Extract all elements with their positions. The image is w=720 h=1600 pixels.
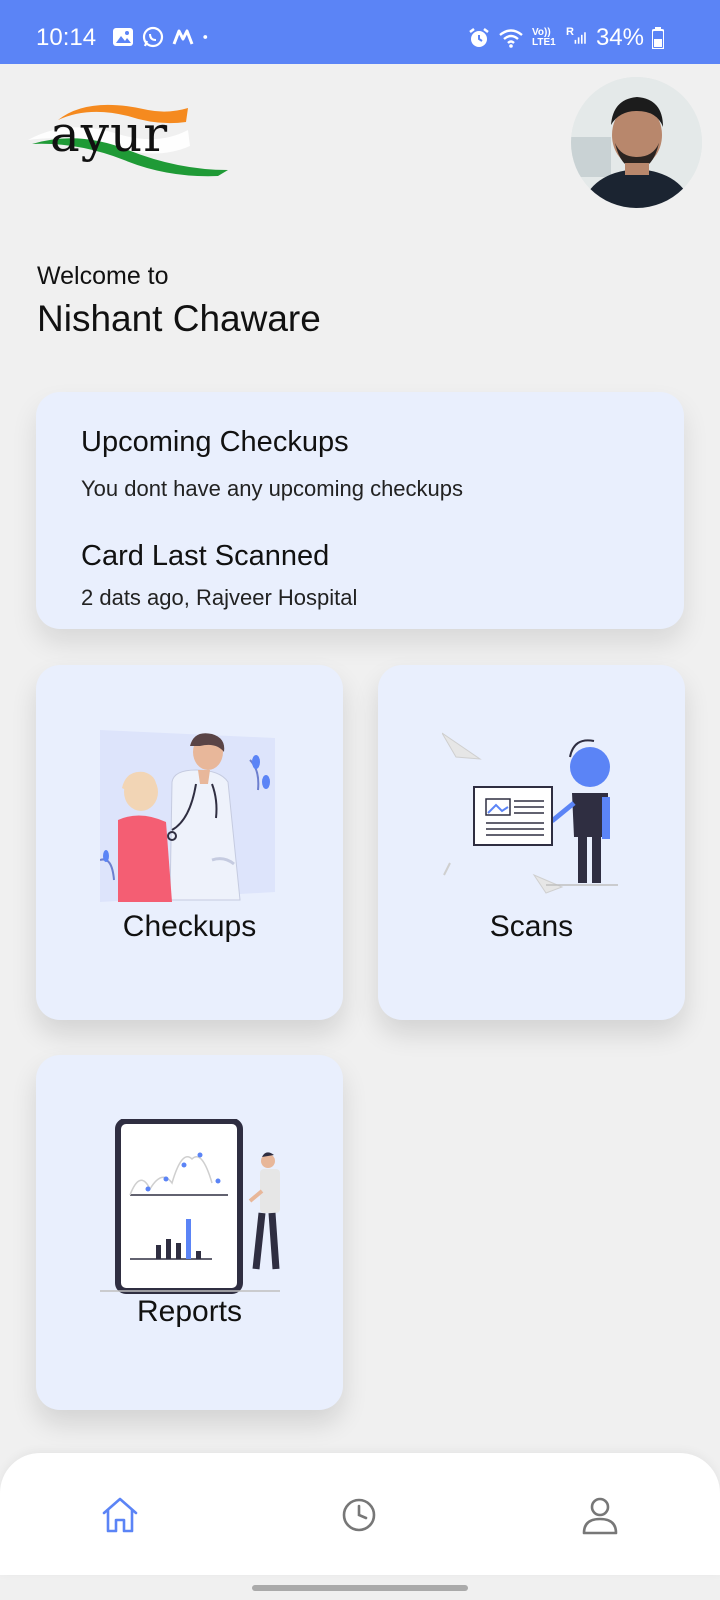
checkups-label: Checkups <box>122 910 257 943</box>
ayur-logo: ayur <box>28 100 233 180</box>
m-app-icon <box>172 29 194 45</box>
home-icon[interactable] <box>98 1493 142 1537</box>
user-icon[interactable] <box>578 1493 622 1537</box>
profile-photo <box>571 77 702 208</box>
battery-icon <box>652 27 664 49</box>
status-left-icons <box>112 26 214 48</box>
status-time: 10:14 <box>36 24 97 51</box>
reports-label: Reports <box>136 1295 243 1328</box>
card-last-scanned-title: Card Last Scanned <box>81 540 330 572</box>
scan-illustration-icon <box>442 732 618 894</box>
report-illustration-icon <box>100 1119 280 1294</box>
doctor-illustration-icon <box>100 730 275 902</box>
checkups-tile[interactable]: Checkups <box>36 665 343 1020</box>
logo-text: ayur <box>50 105 169 163</box>
roaming-label: R <box>566 26 574 38</box>
info-card: Upcoming Checkups You dont have any upco… <box>36 392 684 629</box>
whatsapp-icon <box>142 26 164 48</box>
scans-tile[interactable]: Scans <box>378 665 685 1020</box>
notification-dot-icon <box>203 35 208 39</box>
welcome-label: Welcome to <box>37 262 169 290</box>
battery-percent: 34% <box>595 24 644 51</box>
bottom-nav <box>0 1453 720 1575</box>
gallery-icon <box>113 28 133 46</box>
volte-lte-icon: Vo)) LTE1 <box>532 27 556 48</box>
upcoming-checkups-text: You dont have any upcoming checkups <box>81 476 464 501</box>
status-right: Vo)) LTE1 R 34% <box>468 24 664 52</box>
clock-icon[interactable] <box>337 1493 381 1537</box>
reports-tile[interactable]: Reports <box>36 1055 343 1410</box>
avatar[interactable] <box>571 77 702 208</box>
gesture-home-bar[interactable] <box>252 1585 468 1591</box>
status-bar: 10:14 Vo)) LTE1 R 34% <box>0 0 720 64</box>
scans-label: Scans <box>489 910 574 943</box>
alarm-icon <box>469 28 489 47</box>
wifi-icon <box>499 29 523 48</box>
user-name: Nishant Chaware <box>37 298 321 339</box>
card-last-scanned-text: 2 dats ago, Rajveer Hospital <box>81 585 358 610</box>
signal-icon <box>574 32 586 44</box>
upcoming-checkups-title: Upcoming Checkups <box>81 426 349 458</box>
